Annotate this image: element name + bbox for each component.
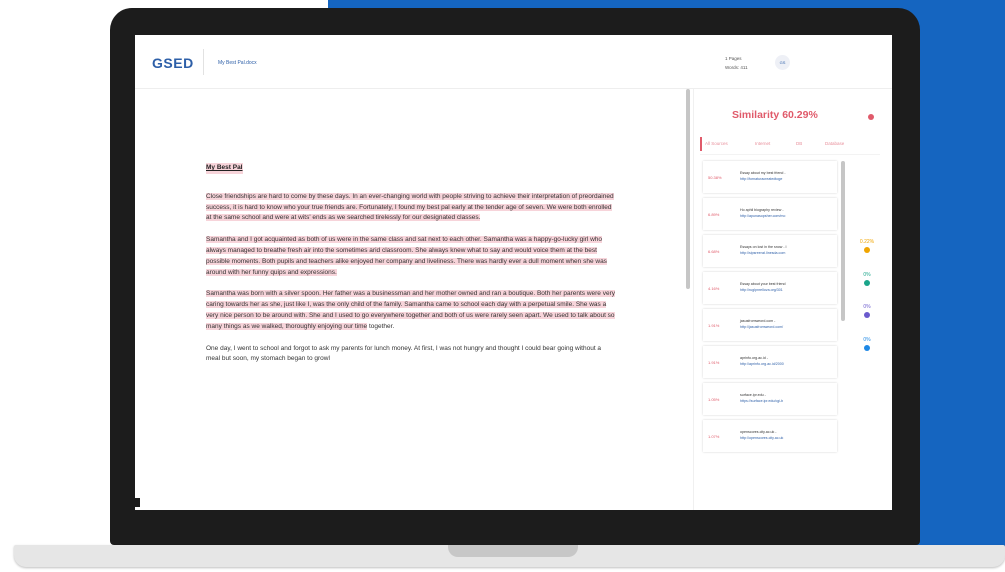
category-percent: 0% [863,272,871,278]
similarity-panel: Similarity 60.29% All Sources Internet D… [693,89,892,510]
word-count: Words: 411 [725,65,748,70]
source-item[interactable]: 6.68% Essays on lost in the snow - I htt… [703,235,837,267]
category-student-papers[interactable]: 0% [857,304,877,318]
active-tab-indicator [700,137,702,151]
category-internet[interactable]: 0.22% [857,239,877,253]
source-percent: 1.05% [708,397,720,402]
category-percent: 0% [863,304,871,310]
source-title: aprinfo.org.ac.id - [740,356,768,360]
paragraph-3: Samantha was born with a silver spoon. H… [206,289,616,332]
source-list: 50.38% Essay about my best friend - http… [703,161,837,457]
paragraph-1: Close friendships are hard to come by th… [206,192,616,224]
tab-database[interactable]: Database [825,141,844,146]
source-item[interactable]: 1.91% aprinfo.org.ac.id - http://aprinfo… [703,346,837,378]
category-publications[interactable]: 0% [857,272,877,286]
source-item[interactable]: 50.38% Essay about my best friend - http… [703,161,837,193]
source-tabs: All Sources Internet DB Database [700,134,880,155]
category-percent: 0.22% [859,239,875,245]
source-item[interactable]: 4.16% Essay about your best friend http:… [703,272,837,304]
source-title: surface.ipr.edu - [740,393,766,397]
tab-db[interactable]: DB [796,141,802,146]
source-link[interactable]: http://ruglpnrellova.org/301 [740,288,783,292]
highlighted-text[interactable]: Close friendships are hard to come by th… [206,192,614,222]
laptop-notch [448,545,578,557]
plain-text: together. [367,322,395,330]
source-title: openscores.city.ac.uk - [740,430,777,434]
source-percent: 6.89% [708,212,720,217]
source-title: Ho aphil biography review - [740,208,784,212]
document-scrollbar[interactable] [686,89,690,289]
source-item[interactable]: 1.05% surface.ipr.edu - https://surface.… [703,383,837,415]
source-percent: 4.16% [708,286,720,291]
source-item[interactable]: 1.91% jasusfromweord.com - http://jasusf… [703,309,837,341]
source-title: jasusfromweord.com - [740,319,776,323]
app-logo[interactable]: GSED [152,55,194,71]
source-item[interactable]: 1.07% openscores.city.ac.uk - http://ope… [703,420,837,452]
paragraph-4: One day, I went to school and forgot to … [206,344,602,363]
header-divider [203,49,204,75]
source-link[interactable]: http://openscores.city.ac.uk [740,436,783,440]
category-database[interactable]: 0% [857,337,877,351]
source-link[interactable]: https://surface.ipr.edu/cgi-b [740,399,783,403]
source-percent: 1.91% [708,360,720,365]
page-count: 1 Pages [725,56,742,61]
document-heading: My Best Pal [206,163,243,174]
highlighted-text[interactable]: Samantha was born with a silver spoon. H… [206,290,616,330]
source-title: Essay about my best friend - [740,171,786,175]
source-percent: 6.68% [708,249,720,254]
source-title: Essays on lost in the snow - I [740,245,787,249]
source-percent: 50.38% [708,175,722,180]
source-title: Essay about your best friend [740,282,786,286]
similarity-score: Similarity 60.29% [732,109,818,121]
similarity-dot-icon [868,114,874,120]
tab-all-sources[interactable]: All Sources [705,141,728,146]
category-percent: 0% [863,337,871,343]
source-item[interactable]: 6.89% Ho aphil biography review - http:/… [703,198,837,230]
category-dot-icon [864,345,870,351]
app-screen: GSED My Best Pal.docx 1 Pages Words: 411… [135,35,892,510]
source-link[interactable]: http://sipsreenzl.linesda.com [740,251,785,255]
category-dot-icon [864,247,870,253]
source-link[interactable]: http://jasusfromweord.com/ [740,325,783,329]
source-percent: 1.91% [708,323,720,328]
category-dot-icon [864,312,870,318]
screen-corner-mark [135,498,140,507]
source-link[interactable]: http://aprinfo.org.ac.id/2000 [740,362,784,366]
document-body: My Best Pal Close friendships are hard t… [206,163,616,376]
source-link[interactable]: http://apunasopsher.com/mo [740,214,785,218]
app-header: GSED My Best Pal.docx 1 Pages Words: 411… [135,35,892,89]
sources-scrollbar[interactable] [841,161,845,321]
document-viewer[interactable]: My Best Pal Close friendships are hard t… [135,89,683,510]
highlighted-text[interactable]: Samantha and I got acquainted as both of… [206,236,607,276]
category-dot-icon [864,280,870,286]
source-percent: 1.07% [708,434,720,439]
document-meta: 1 Pages Words: 411 [725,54,748,72]
document-title[interactable]: My Best Pal.docx [218,60,257,66]
source-link[interactable]: http://fornaturacreatedtoge [740,177,782,181]
tab-internet[interactable]: Internet [755,141,770,146]
avatar[interactable]: GS [775,55,790,70]
paragraph-2: Samantha and I got acquainted as both of… [206,235,616,278]
